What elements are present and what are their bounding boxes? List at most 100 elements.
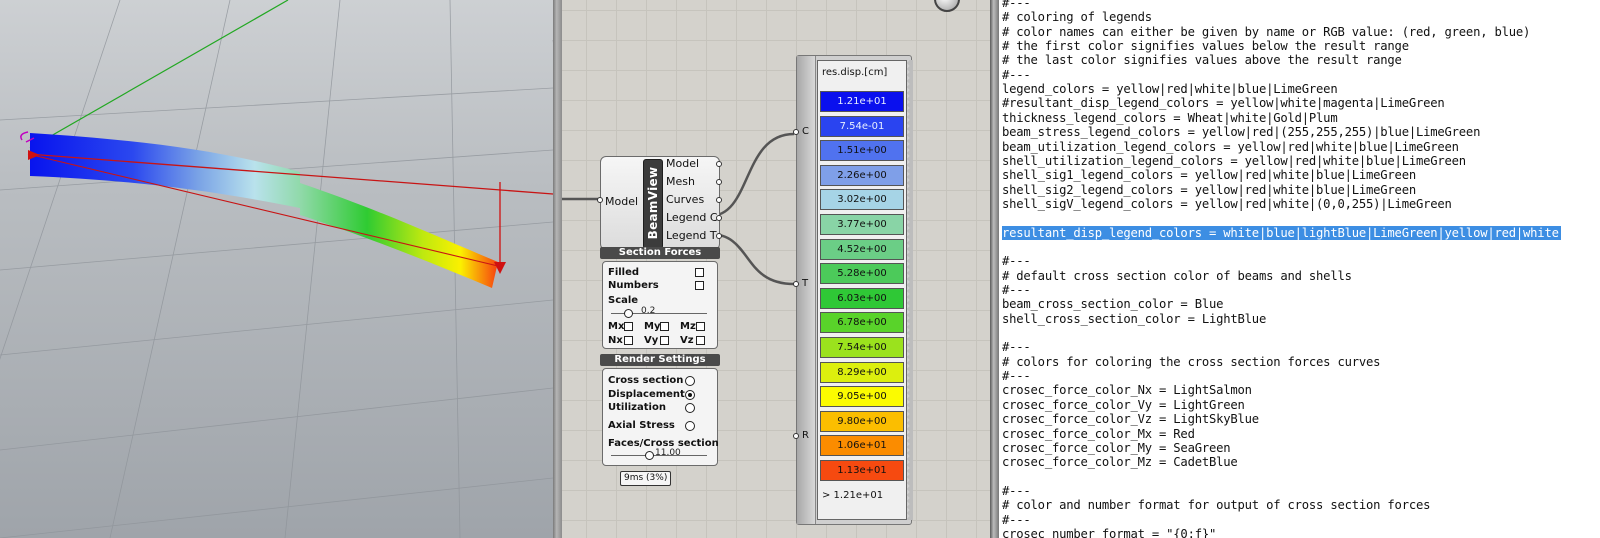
beamview-output-curves: Curves <box>666 193 705 206</box>
editor-line[interactable]: crosec_number_format = "{0:f}" <box>1002 527 1216 538</box>
editor-line[interactable]: # color names can either be given by nam… <box>1002 25 1530 39</box>
editor-line[interactable]: crosec_force_color_Mx = Red <box>1002 427 1195 441</box>
render-settings-panel: Cross section Displacement Utilization A… <box>602 368 719 466</box>
editor-line[interactable]: # default cross section color of beams a… <box>1002 269 1352 283</box>
legend-input-r: R <box>802 430 809 441</box>
editor-line[interactable]: shell_utilization_legend_colors = yellow… <box>1002 154 1466 168</box>
axial-stress-radio[interactable] <box>685 421 695 431</box>
beamview-output-legend-t: Legend T <box>666 229 717 242</box>
vz-checkbox[interactable] <box>696 336 705 345</box>
mz-checkbox[interactable] <box>696 322 705 331</box>
beamview-output-port[interactable] <box>716 179 722 185</box>
scale-slider-knob[interactable] <box>624 309 634 318</box>
displacement-radio[interactable] <box>685 390 695 400</box>
numbers-label: Numbers <box>608 280 659 291</box>
legend-input-port-r[interactable] <box>793 433 799 439</box>
vy-label: Vy <box>644 335 659 346</box>
utilization-radio[interactable] <box>685 403 695 413</box>
legend-row: 1.06e+01 <box>820 435 904 457</box>
ini-text-editor[interactable]: #--- # coloring of legends # color names c… <box>999 0 1600 538</box>
beamview-output-port[interactable] <box>716 161 722 167</box>
numbers-checkbox[interactable] <box>695 281 704 290</box>
beamview-output-port[interactable] <box>716 233 722 239</box>
editor-line[interactable]: legend_colors = yellow|red|white|blue|Li… <box>1002 82 1338 96</box>
filled-checkbox[interactable] <box>695 268 704 277</box>
viewport-scene <box>0 0 553 538</box>
displacement-label: Displacement <box>608 389 685 400</box>
mz-label: Mz <box>680 321 696 332</box>
editor-line[interactable]: #resultant_disp_legend_colors = yellow|w… <box>1002 96 1445 110</box>
filled-label: Filled <box>608 267 640 278</box>
editor-line[interactable]: crosec_force_color_Vy = LightGreen <box>1002 398 1245 412</box>
viewport-splitter[interactable] <box>553 0 562 538</box>
mx-checkbox[interactable] <box>624 322 633 331</box>
editor-line[interactable]: beam_cross_section_color = Blue <box>1002 297 1223 311</box>
nx-checkbox[interactable] <box>624 336 633 345</box>
editor-line[interactable]: shell_sig1_legend_colors = yellow|red|wh… <box>1002 168 1416 182</box>
beamview-component[interactable]: Model BeamView Model Mesh Curves Legend … <box>597 156 722 250</box>
beamview-output-model: Model <box>666 157 700 170</box>
legend-panel: res.disp.[cm] 1.21e+01 7.54e-01 1.51e+00 2.… <box>817 60 907 520</box>
editor-line[interactable]: #--- <box>1002 369 1031 383</box>
editor-line[interactable]: #--- <box>1002 513 1031 527</box>
editor-line[interactable]: # the first color signifies values below… <box>1002 39 1409 53</box>
vz-label: Vz <box>680 335 694 346</box>
editor-line[interactable]: shell_sigV_legend_colors = yellow|red|wh… <box>1002 197 1452 211</box>
legend-row: 9.05e+00 <box>820 386 904 408</box>
grasshopper-canvas[interactable]: Model BeamView Model Mesh Curves Legend … <box>562 0 990 538</box>
scale-label: Scale <box>608 295 639 306</box>
vy-checkbox[interactable] <box>660 336 669 345</box>
editor-line[interactable]: #--- <box>1002 68 1031 82</box>
legend-row: 7.54e-01 <box>820 115 904 137</box>
legend-input-port-c[interactable] <box>793 129 799 135</box>
legend-input-port-t[interactable] <box>793 281 799 287</box>
editor-line[interactable]: #--- <box>1002 484 1031 498</box>
editor-line[interactable]: beam_stress_legend_colors = yellow|red|(… <box>1002 125 1480 139</box>
section-forces-header[interactable]: Section Forces <box>600 247 720 259</box>
render-settings-header[interactable]: Render Settings <box>600 354 720 366</box>
beamview-output-port[interactable] <box>716 215 722 221</box>
faces-slider-knob[interactable] <box>645 451 655 460</box>
legend-input-t: T <box>802 278 809 289</box>
wire-legend-c <box>709 132 795 218</box>
editor-line[interactable]: crosec_force_color_Mz = CadetBlue <box>1002 455 1238 469</box>
editor-line[interactable]: # colors for coloring the cross section … <box>1002 355 1380 369</box>
legend-row: 7.54e+00 <box>820 337 904 358</box>
3d-viewport[interactable] <box>0 0 553 538</box>
legend-last-label: > 1.21e+01 <box>822 489 884 501</box>
editor-line[interactable]: #--- <box>1002 283 1031 297</box>
editor-line[interactable]: shell_sig2_legend_colors = yellow|red|wh… <box>1002 183 1416 197</box>
editor-line[interactable]: shell_cross_section_color = LightBlue <box>1002 312 1266 326</box>
cross-section-radio[interactable] <box>685 376 695 386</box>
legend-component[interactable]: C T R res.disp.[cm] 1.21e+01 7.54e-01 1.51… <box>793 55 913 525</box>
editor-line[interactable]: # color and number format for output of … <box>1002 498 1430 512</box>
beamview-input-port[interactable] <box>597 197 603 203</box>
legend-row: 1.21e+01 <box>820 91 904 112</box>
editor-line[interactable]: thickness_legend_colors = Wheat|white|Go… <box>1002 111 1338 125</box>
my-checkbox[interactable] <box>660 322 669 331</box>
legend-row: 5.28e+00 <box>820 263 904 285</box>
beamview-output-legend-c: Legend C <box>666 211 718 224</box>
editor-line[interactable]: beam_utilization_legend_colors = yellow|… <box>1002 140 1459 154</box>
editor-line[interactable]: # the last color signifies values above … <box>1002 53 1402 67</box>
editor-line[interactable]: #--- <box>1002 254 1031 268</box>
editor-line[interactable]: crosec_force_color_My = SeaGreen <box>1002 441 1231 455</box>
legend-torn-edge <box>907 60 913 520</box>
editor-line[interactable]: # coloring of legends <box>1002 10 1152 24</box>
legend-row: 6.03e+00 <box>820 287 904 309</box>
beamview-title-bar[interactable]: BeamView <box>643 159 663 249</box>
editor-line[interactable]: crosec_force_color_Vz = LightSkyBlue <box>1002 412 1259 426</box>
editor-line[interactable]: #--- <box>1002 0 1031 10</box>
legend-title: res.disp.[cm] <box>822 67 888 78</box>
editor-line-selected[interactable]: resultant_disp_legend_colors = white|blu… <box>1002 225 1561 240</box>
mx-label: Mx <box>608 321 625 332</box>
legend-row: 6.78e+00 <box>820 312 904 334</box>
legend-row: 4.52e+00 <box>820 238 904 260</box>
beamview-output-port[interactable] <box>716 197 722 203</box>
editor-line[interactable]: crosec_force_color_Nx = LightSalmon <box>1002 383 1252 397</box>
nx-label: Nx <box>608 335 623 346</box>
editor-line[interactable]: #--- <box>1002 340 1031 354</box>
editor-splitter[interactable] <box>990 0 999 538</box>
cross-section-label: Cross section <box>608 375 684 386</box>
wire-legend-t <box>709 232 795 286</box>
